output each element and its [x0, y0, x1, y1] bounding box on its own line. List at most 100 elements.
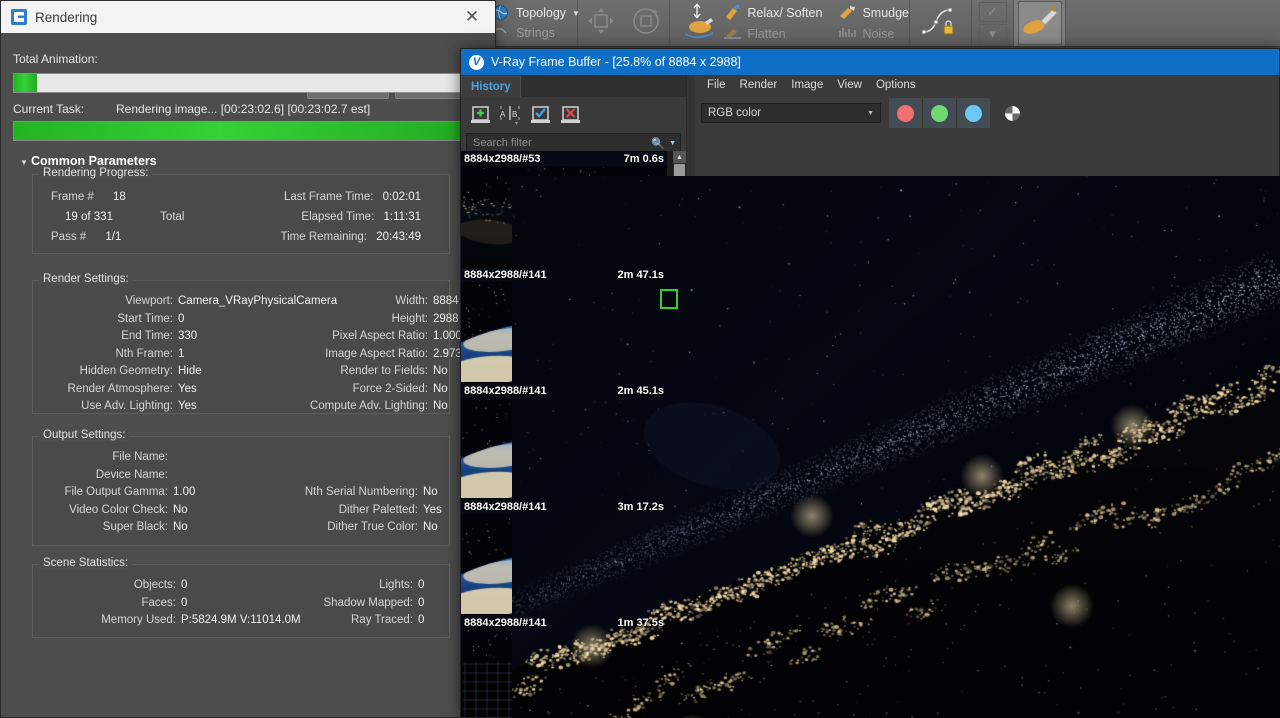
chevron-down-icon[interactable]: ▼: [867, 110, 874, 117]
alpha-channel-button[interactable]: [996, 98, 1029, 128]
output-settings-right-row: Dither True Color:: [33, 521, 418, 533]
vfb-menu-view[interactable]: View: [837, 79, 862, 91]
history-item-name: 8884x2988/#141: [464, 385, 547, 397]
history-item-name: 8884x2988/#141: [464, 501, 547, 513]
history-item-caption: 8884x2988/#141 2m 45.1s: [461, 383, 667, 398]
total-animation-label: Total Animation:: [13, 52, 98, 66]
scroll-up-icon[interactable]: ▲: [673, 151, 686, 163]
search-filter-wrap[interactable]: 🔍 ▼: [466, 133, 681, 153]
vfb-menu-options[interactable]: Options: [876, 79, 916, 91]
render-settings-right-value: No: [433, 400, 448, 412]
search-input[interactable]: [471, 136, 651, 150]
render-settings-right-row: Pixel Aspect Ratio:: [33, 330, 428, 342]
render-settings-caption: Render Settings:: [39, 273, 133, 285]
paint-brush-button[interactable]: [1018, 1, 1062, 45]
ribbon-label-smudge: Smudge: [862, 6, 909, 20]
triangle-down-icon[interactable]: ▼: [20, 158, 28, 167]
rendering-progress-caption: Rendering Progress:: [39, 167, 152, 179]
scene-statistics-panel: Scene Statistics: Objects: 0 Faces: 0 Memory…: [32, 564, 450, 638]
ribbon-item-noise[interactable]: Noise: [838, 25, 909, 43]
output-settings-left-row: File Name:: [33, 451, 168, 463]
blue-channel-button[interactable]: [957, 98, 990, 128]
scene-statistics-right-key: Shadow Mapped:: [323, 597, 413, 609]
ribbon-group-constrain: [578, 0, 670, 46]
last-frame-time-value: 0:02:01: [383, 191, 421, 203]
channel-select[interactable]: RGB color ▼: [701, 103, 881, 123]
render-settings-right-key: Compute Adv. Lighting:: [310, 400, 428, 412]
ribbon-item-topology[interactable]: Topology ▼: [492, 4, 580, 22]
output-settings-right-value: No: [423, 486, 438, 498]
history-item-time: 7m 0.6s: [624, 153, 664, 165]
vfb-menu-image[interactable]: Image: [791, 79, 823, 91]
ribbon-item-flatten[interactable]: Flatten: [723, 25, 822, 43]
smudge-brush-icon: [838, 4, 858, 22]
vray-logo-icon: V: [469, 55, 484, 70]
search-icon[interactable]: 🔍: [651, 137, 665, 150]
render-settings-right-row: Render to Fields:: [33, 365, 428, 377]
last-frame-time-key: Last Frame Time:: [284, 191, 373, 203]
output-settings-panel: Output Settings: File Name: Device Name: F…: [32, 436, 450, 546]
history-item-caption: 8884x2988/#141 1m 37.5s: [461, 615, 667, 630]
scene-statistics-right-value: 0: [418, 579, 424, 591]
red-channel-button[interactable]: [889, 98, 923, 128]
render-bucket-marker: [660, 289, 678, 309]
noise-brush-icon: [838, 25, 858, 43]
render-settings-right-value: No: [433, 383, 448, 395]
common-parameters-title[interactable]: Common Parameters: [31, 154, 157, 168]
alpha-icon: [1005, 106, 1020, 121]
rendering-dialog-titlebar[interactable]: Rendering ✕: [1, 1, 495, 34]
ribbon-item-smudge[interactable]: Smudge: [838, 4, 909, 22]
vfb-menubar: File Render Image View Options: [695, 75, 1279, 95]
ribbon-group-topology: Topology ▼ Strings: [488, 0, 578, 46]
render-settings-right-row: Force 2-Sided:: [33, 383, 428, 395]
set-current-icon[interactable]: [527, 101, 553, 127]
ribbon-item-strings[interactable]: Strings: [492, 24, 580, 42]
scene-statistics-right-row: Ray Traced:: [33, 614, 413, 626]
scene-statistics-right-value: 0: [418, 597, 424, 609]
render-settings-right-row: Compute Adv. Lighting:: [33, 400, 428, 412]
history-item-name: 8884x2988/#141: [464, 269, 547, 281]
scene-statistics-right-value: 0: [418, 614, 424, 626]
svg-text:B: B: [512, 110, 517, 119]
green-dot-icon: [931, 105, 948, 122]
save-to-history-icon[interactable]: [467, 101, 493, 127]
render-settings-right-key: Pixel Aspect Ratio:: [332, 330, 428, 342]
render-settings-right-row: Height:: [33, 313, 428, 325]
elapsed-time-key: Elapsed Time:: [301, 211, 374, 223]
output-settings-right-value-wrap: No: [423, 486, 438, 498]
ribbon-item-relax-soften[interactable]: Relax/ Soften: [723, 4, 822, 22]
history-item-caption: 8884x2988/#53 7m 0.6s: [461, 151, 667, 166]
spline-lock-button[interactable]: [919, 1, 963, 45]
delete-history-icon[interactable]: [557, 101, 583, 127]
render-settings-right-value-wrap: 8884: [433, 295, 459, 307]
frame-of-total-value: 19 of 331: [65, 211, 113, 223]
scene-statistics-caption: Scene Statistics:: [39, 557, 132, 569]
frame-number-key: Frame #: [51, 191, 94, 203]
history-item-time: 3m 17.2s: [618, 501, 664, 513]
commit-check-button[interactable]: ✓: [979, 2, 1007, 22]
vfb-menu-file[interactable]: File: [707, 79, 726, 91]
vfb-toolbar: RGB color ▼: [695, 95, 1279, 131]
history-item-caption: 8884x2988/#141 2m 47.1s: [461, 267, 667, 282]
vfb-titlebar[interactable]: V V-Ray Frame Buffer - [25.8% of 8884 x …: [461, 49, 1279, 75]
shift-brush-button[interactable]: [678, 1, 719, 45]
output-settings-right-value-wrap: No: [423, 521, 438, 533]
vfb-menu-render[interactable]: Render: [740, 79, 778, 91]
chevron-down-icon: ▾: [989, 26, 996, 42]
constrain-box-button[interactable]: [579, 1, 623, 45]
chevron-down-icon[interactable]: ▼: [669, 140, 676, 147]
tab-history[interactable]: History: [461, 76, 521, 97]
history-item-caption: 8884x2988/#141 3m 17.2s: [461, 499, 667, 514]
compare-ab-icon[interactable]: A B: [497, 101, 523, 127]
ribbon-label-relax-soften: Relax/ Soften: [747, 6, 822, 20]
blue-dot-icon: [965, 105, 982, 122]
render-settings-right-value-wrap: 2988: [433, 313, 459, 325]
constrain-spin-button[interactable]: [624, 1, 668, 45]
close-icon[interactable]: ✕: [449, 1, 495, 33]
green-channel-button[interactable]: [923, 98, 957, 128]
output-settings-left-key: File Name:: [112, 451, 168, 463]
commit-more-button[interactable]: ▾: [979, 24, 1007, 44]
render-image-canvas[interactable]: [512, 176, 1280, 718]
rendering-progress-panel: Rendering Progress: Frame # 18 19 of 331…: [32, 174, 450, 254]
render-settings-panel: Render Settings: Viewport: Camera_VRayPhy…: [32, 280, 450, 414]
